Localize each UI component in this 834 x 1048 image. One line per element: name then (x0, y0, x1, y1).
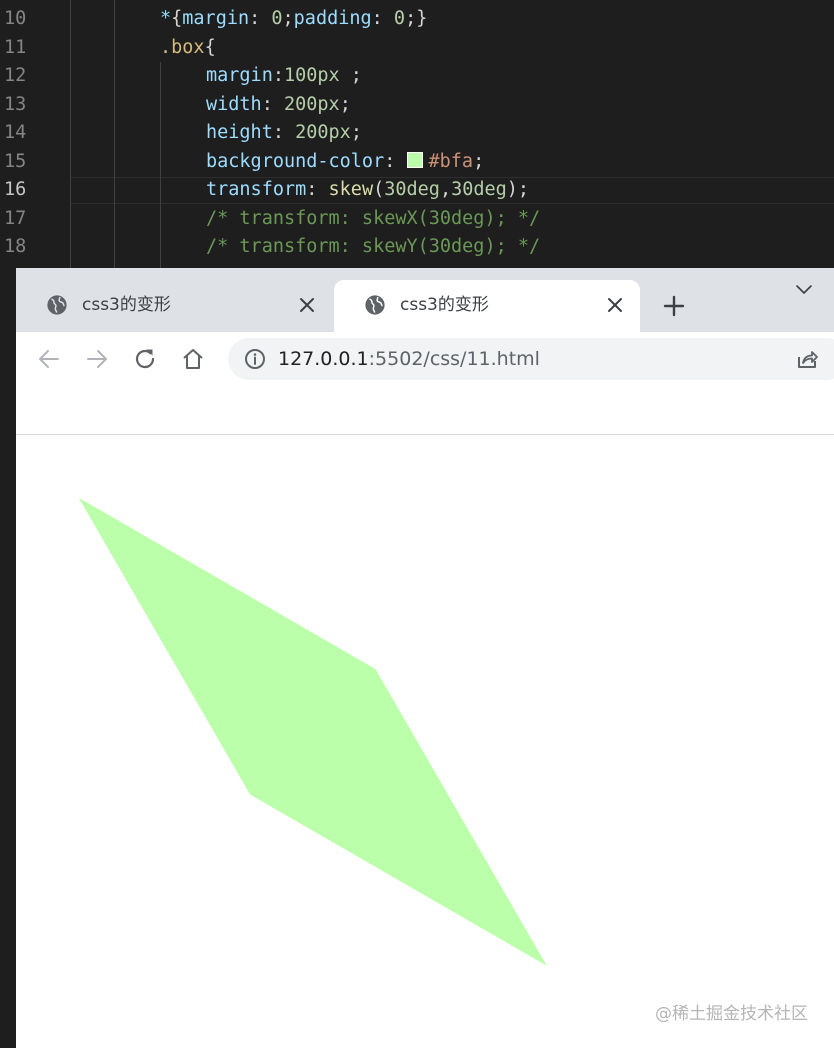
code-token: 200px (295, 122, 351, 143)
code-token: : (261, 93, 284, 115)
code-line-16[interactable]: transform: skew(30deg,30deg); (206, 176, 529, 205)
code-token: ; (282, 8, 294, 29)
indent-guide (70, 0, 71, 268)
code-token: 200px (283, 93, 340, 115)
code-line-13[interactable]: width: 200px; (206, 91, 351, 120)
close-icon[interactable] (298, 296, 316, 314)
code-token: 100px (283, 65, 340, 86)
code-line-14[interactable]: height: 200px; (206, 119, 362, 148)
browser-toolbar: 127.0.0.1:5502/css/11.html (16, 332, 834, 388)
globe-icon (365, 295, 385, 315)
code-token: height (206, 122, 273, 143)
code-token: 0 (271, 8, 283, 29)
tab-strip: css3的变形 css3的变形 (16, 268, 834, 332)
url-text[interactable]: 127.0.0.1:5502/css/11.html (278, 346, 540, 372)
code-token: margin (206, 65, 273, 86)
code-comment: /* transform: skewX(30deg); */ (206, 207, 541, 229)
code-token: ; (339, 93, 351, 115)
code-token: 30deg (384, 179, 440, 200)
code-token: : (371, 8, 394, 29)
code-token: width (206, 93, 262, 115)
indent-guide (114, 0, 115, 268)
line-number: 11 (4, 36, 27, 58)
code-token: 30deg (451, 179, 507, 200)
code-token: { (204, 36, 216, 58)
code-line-11[interactable]: .box{ (160, 34, 216, 63)
code-token: transform (206, 179, 307, 200)
color-swatch-icon[interactable] (406, 151, 423, 168)
line-number: 14 (4, 122, 27, 143)
line-number-active: 16 (4, 179, 27, 200)
line-number: 18 (4, 236, 27, 257)
code-token: margin (182, 8, 250, 29)
code-token: padding (293, 8, 372, 29)
globe-icon (47, 295, 67, 315)
home-icon[interactable] (180, 346, 206, 372)
code-token: : (249, 8, 272, 29)
info-icon[interactable] (244, 348, 266, 370)
tab-title: css3的变形 (82, 295, 171, 315)
code-token: ;} (405, 8, 428, 29)
line-number: 13 (4, 93, 27, 115)
forward-arrow-icon[interactable] (84, 346, 110, 372)
code-token: : (384, 150, 407, 172)
page-viewport: @稀土掘金技术社区 (16, 435, 834, 1048)
line-number: 17 (4, 207, 27, 229)
bookmarks-bar (16, 388, 834, 435)
code-token: * (160, 8, 172, 29)
code-token: ; (473, 150, 485, 172)
url-host: 127.0.0.1 (278, 348, 369, 370)
share-icon[interactable] (794, 346, 820, 372)
url-path: :5502/css/11.html (368, 348, 540, 370)
code-token: #bfa (428, 150, 474, 172)
code-token: : (272, 65, 284, 86)
skewed-box (78, 497, 547, 966)
code-token: : (306, 179, 329, 200)
code-token: .box (160, 36, 205, 58)
tab-inactive[interactable]: css3的变形 (16, 280, 332, 332)
line-number: 10 (4, 8, 27, 29)
close-icon[interactable] (606, 296, 624, 314)
back-arrow-icon[interactable] (36, 346, 62, 372)
code-line-12[interactable]: margin:100px ; (206, 62, 362, 91)
chevron-down-icon[interactable] (794, 282, 814, 298)
code-line-17[interactable]: /* transform: skewX(30deg); */ (206, 205, 540, 234)
screenshot: 10 11 12 13 14 15 16 17 18 *{margin: 0;p… (0, 0, 834, 1048)
code-token: , (439, 179, 452, 200)
code-token: ; (339, 65, 362, 86)
line-number: 15 (4, 150, 27, 172)
code-line-15[interactable]: background-color: #bfa; (206, 148, 484, 177)
tab-title: css3的变形 (400, 295, 489, 315)
code-token: : (272, 122, 296, 143)
address-bar[interactable]: 127.0.0.1:5502/css/11.html (228, 338, 834, 380)
code-token: ; (350, 122, 362, 143)
browser-window: css3的变形 css3的变形 127.0.0.1:5502/css/11.ht… (16, 268, 834, 1048)
code-line-18[interactable]: /* transform: skewY(30deg); */ (206, 233, 540, 262)
indent-guide (160, 62, 161, 268)
line-number: 12 (4, 65, 27, 86)
skewed-box-canvas (78, 497, 547, 966)
code-comment: /* transform: skewY(30deg); */ (206, 236, 541, 257)
code-line-10[interactable]: *{margin: 0;padding: 0;} (160, 5, 427, 34)
code-token: skew (328, 179, 374, 200)
code-token: background-color (206, 150, 385, 172)
code-token: ); (506, 179, 530, 200)
code-token: 0 (393, 8, 406, 29)
code-token: { (171, 8, 183, 29)
watermark: @稀土掘金技术社区 (655, 1004, 808, 1024)
code-token: ( (373, 179, 385, 200)
tab-active[interactable]: css3的变形 (334, 280, 640, 332)
reload-icon[interactable] (132, 346, 158, 372)
new-tab-plus-icon[interactable] (662, 294, 686, 318)
